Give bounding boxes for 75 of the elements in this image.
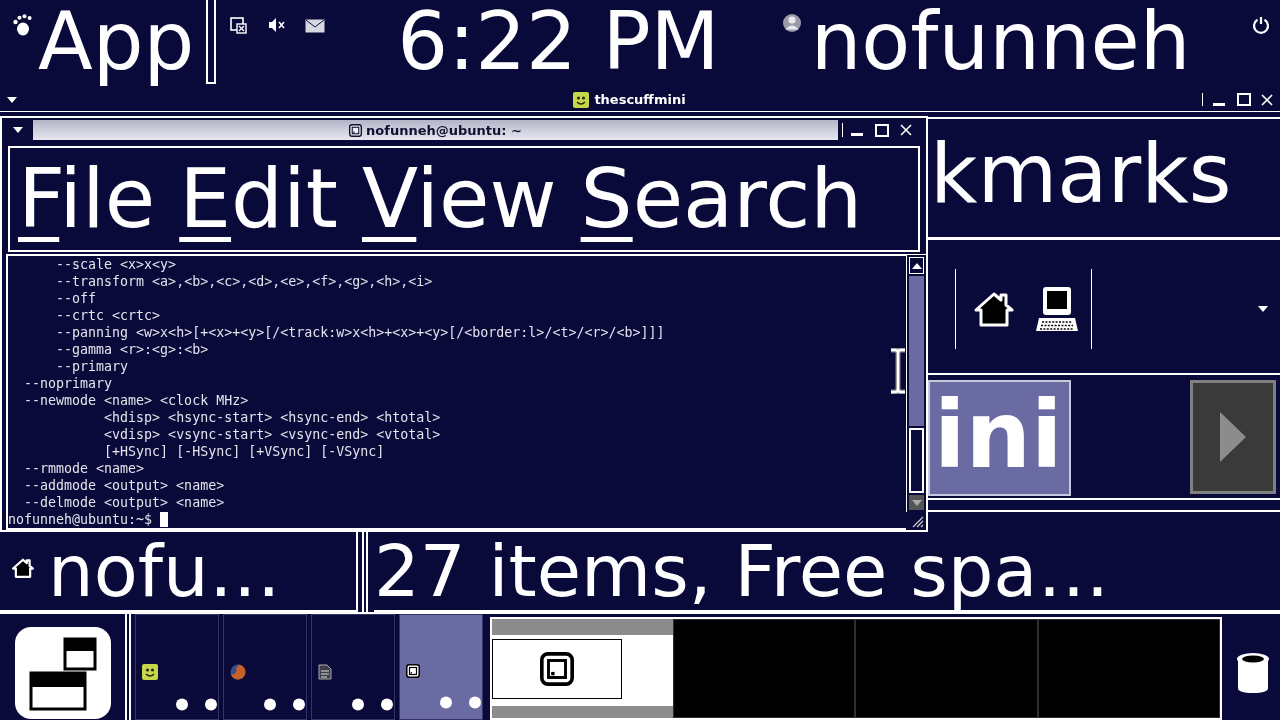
- scrollbar-trough[interactable]: [909, 428, 924, 493]
- scroll-right-button[interactable]: [1190, 380, 1276, 494]
- caret-down-icon[interactable]: [7, 96, 17, 103]
- power-icon[interactable]: [1252, 16, 1270, 34]
- foot-icon[interactable]: [12, 14, 32, 36]
- user-menu[interactable]: nofunneh: [810, 0, 1191, 84]
- show-desktop-icon[interactable]: [15, 627, 111, 719]
- status-location: nofu…: [48, 532, 281, 610]
- workspace[interactable]: [492, 619, 673, 718]
- window-button[interactable]: [135, 614, 219, 720]
- terminal-line: --panning <w>x<h>[+<x>+<y>[/<track:w>x<h>+<x>+<y>[/<border:l>/<t>/<r>/<b>]]]: [56, 324, 665, 341]
- terminal-icon: [349, 123, 363, 137]
- terminal-line: --delmode <output> <name>: [24, 494, 225, 511]
- path-button[interactable]: ini: [928, 380, 1071, 496]
- ellipsis-icon: [351, 698, 395, 711]
- terminal-line: --gamma <r>:<g>:<b>: [56, 341, 209, 358]
- globe-icon: [230, 664, 246, 680]
- smiley-icon: [573, 91, 590, 108]
- text-cursor-icon: [160, 512, 169, 527]
- status-text: 27 items, Free spa…: [374, 532, 1110, 610]
- smiley-icon: [142, 664, 158, 680]
- speaker-muted-icon[interactable]: [269, 18, 286, 32]
- terminal-line: [+HSync] [-HSync] [+VSync] [-VSync]: [104, 443, 385, 460]
- terminal-line: --noprimary: [24, 375, 113, 392]
- document-icon: [318, 664, 332, 680]
- ellipsis-icon: [175, 698, 219, 711]
- scrollbar-thumb[interactable]: [909, 276, 924, 426]
- ibeam-pointer-icon: [888, 348, 908, 394]
- menu-item[interactable]: Search: [580, 148, 863, 250]
- applications-menu[interactable]: App: [38, 0, 195, 84]
- terminal-line: --addmode <output> <name>: [24, 477, 225, 494]
- terminal-line: <hdisp> <hsync-start> <hsync-end> <htotal>: [104, 409, 441, 426]
- ellipsis-icon: [439, 696, 483, 709]
- crossed-box-icon[interactable]: [230, 17, 248, 34]
- window-button[interactable]: [223, 614, 307, 720]
- clock[interactable]: 6:22 PM: [397, 0, 720, 84]
- terminal-line: --crtc <crtc>: [56, 307, 161, 324]
- minimize-icon[interactable]: [1213, 102, 1225, 106]
- panel-handle[interactable]: [206, 0, 217, 84]
- menu-item[interactable]: File: [18, 148, 156, 250]
- window-button[interactable]: [399, 614, 483, 720]
- terminal-line: --scale <x>x<y>: [56, 256, 177, 273]
- window-button[interactable]: [311, 614, 395, 720]
- menu-item[interactable]: View: [362, 148, 557, 250]
- terminal-line: --primary: [56, 358, 129, 375]
- menu-item[interactable]: Edit: [179, 148, 338, 250]
- maximize-icon[interactable]: [1237, 93, 1251, 106]
- ellipsis-icon: [263, 698, 307, 711]
- menu-item[interactable]: kmarks: [930, 119, 1232, 229]
- home-icon[interactable]: [974, 291, 1014, 327]
- close-icon[interactable]: [900, 124, 912, 136]
- scroll-up-button[interactable]: [909, 257, 924, 274]
- terminal-line: --rmmode <name>: [24, 460, 145, 477]
- user-icon[interactable]: [782, 13, 801, 33]
- terminal-icon: [540, 652, 574, 686]
- home-icon: [12, 558, 34, 578]
- terminal-icon: [406, 664, 420, 678]
- close-icon[interactable]: [1261, 93, 1273, 106]
- window-title: nofunneh@ubuntu: ~: [366, 122, 522, 138]
- shell-prompt: nofunneh@ubuntu:~$: [8, 511, 153, 528]
- terminal-line: --newmode <name> <clock MHz>: [24, 392, 249, 409]
- computer-icon[interactable]: [1036, 286, 1078, 332]
- resize-grip-icon[interactable]: [910, 514, 924, 528]
- terminal-line: <vdisp> <vsync-start> <vsync-end> <vtotal>: [104, 426, 441, 443]
- trash-icon[interactable]: [1236, 652, 1270, 694]
- scrollbar-track[interactable]: [906, 254, 926, 512]
- caret-right-icon: [1220, 412, 1246, 462]
- caret-down-icon[interactable]: [1258, 306, 1268, 312]
- terminal-line: --off: [56, 290, 97, 307]
- caret-up-icon[interactable]: [911, 262, 922, 269]
- terminal-line: --transform <a>,<b>,<c>,<d>,<e>,<f>,<g>,<h>,<i>: [56, 273, 433, 290]
- window-title: thescuffmini: [594, 92, 686, 107]
- caret-down-icon[interactable]: [12, 127, 23, 133]
- maximize-icon[interactable]: [875, 123, 889, 137]
- envelope-icon[interactable]: [305, 19, 326, 33]
